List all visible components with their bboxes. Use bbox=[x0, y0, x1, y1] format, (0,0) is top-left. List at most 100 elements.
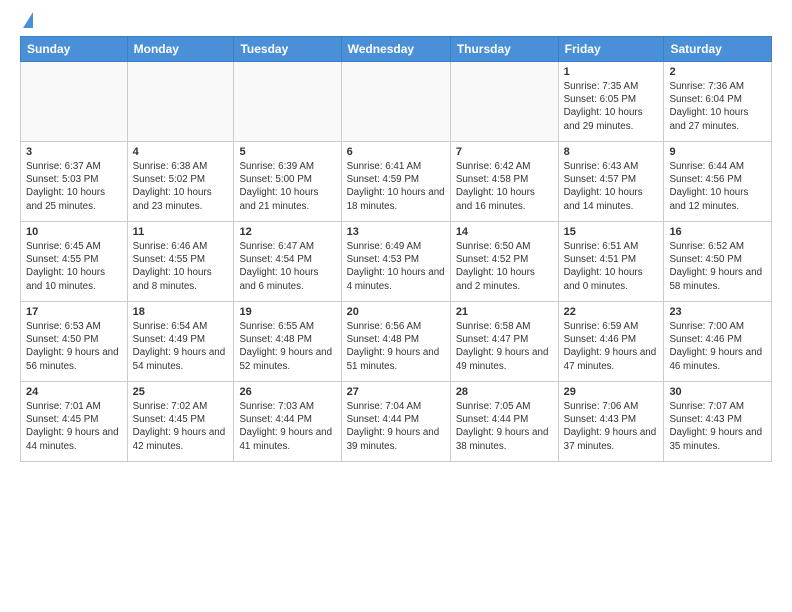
calendar-cell bbox=[127, 62, 234, 142]
calendar-cell: 8 Sunrise: 6:43 AM Sunset: 4:57 PM Daylig… bbox=[558, 142, 664, 222]
day-number: 22 bbox=[564, 306, 659, 318]
day-number: 27 bbox=[347, 386, 445, 398]
day-header-wednesday: Wednesday bbox=[341, 37, 450, 62]
day-info: Sunrise: 6:42 AM Sunset: 4:58 PM Dayligh… bbox=[456, 160, 553, 213]
calendar-cell: 16Sunrise: 6:52 AM Sunset: 4:50 PM Dayli… bbox=[664, 222, 772, 302]
day-number: 14 bbox=[456, 226, 553, 238]
day-info: Sunrise: 6:41 AM Sunset: 4:59 PM Dayligh… bbox=[347, 160, 445, 213]
calendar-cell: 19 Sunrise: 6:55 AM Sunset: 4:48 PM Dayli… bbox=[234, 302, 341, 382]
day-header-monday: Monday bbox=[127, 37, 234, 62]
calendar-cell: 2 Sunrise: 7:36 AM Sunset: 6:04 PM Daylig… bbox=[664, 62, 772, 142]
calendar-cell: 26Sunrise: 7:03 AM Sunset: 4:44 PM Dayli… bbox=[234, 382, 341, 462]
day-info: Sunrise: 7:07 AM Sunset: 4:43 PM Dayligh… bbox=[669, 400, 766, 453]
calendar-header: SundayMondayTuesdayWednesdayThursdayFrid… bbox=[21, 37, 772, 62]
day-header-friday: Friday bbox=[558, 37, 664, 62]
day-header-sunday: Sunday bbox=[21, 37, 128, 62]
day-info: Sunrise: 7:00 AM Sunset: 4:46 PM Dayligh… bbox=[669, 320, 766, 373]
week-row-3: 10Sunrise: 6:45 AM Sunset: 4:55 PM Dayli… bbox=[21, 222, 772, 302]
day-info: Sunrise: 6:50 AM Sunset: 4:52 PM Dayligh… bbox=[456, 240, 553, 293]
calendar-cell: 25 Sunrise: 7:02 AM Sunset: 4:45 PM Dayli… bbox=[127, 382, 234, 462]
logo-triangle-icon bbox=[23, 12, 33, 28]
day-info: Sunrise: 6:56 AM Sunset: 4:48 PM Dayligh… bbox=[347, 320, 445, 373]
day-number: 8 bbox=[564, 146, 659, 158]
day-number: 9 bbox=[669, 146, 766, 158]
day-info: Sunrise: 6:43 AM Sunset: 4:57 PM Dayligh… bbox=[564, 160, 659, 213]
week-row-2: 3 Sunrise: 6:37 AM Sunset: 5:03 PM Daylig… bbox=[21, 142, 772, 222]
calendar-cell: 17 Sunrise: 6:53 AM Sunset: 4:50 PM Dayli… bbox=[21, 302, 128, 382]
calendar-cell: 20 Sunrise: 6:56 AM Sunset: 4:48 PM Dayli… bbox=[341, 302, 450, 382]
day-number: 12 bbox=[239, 226, 335, 238]
day-info: Sunrise: 7:02 AM Sunset: 4:45 PM Dayligh… bbox=[133, 400, 229, 453]
day-info: Sunrise: 6:58 AM Sunset: 4:47 PM Dayligh… bbox=[456, 320, 553, 373]
day-number: 15 bbox=[564, 226, 659, 238]
day-number: 5 bbox=[239, 146, 335, 158]
calendar-cell: 12 Sunrise: 6:47 AM Sunset: 4:54 PM Dayli… bbox=[234, 222, 341, 302]
day-number: 26 bbox=[239, 386, 335, 398]
calendar-cell: 13Sunrise: 6:49 AM Sunset: 4:53 PM Dayli… bbox=[341, 222, 450, 302]
calendar-cell: 27 Sunrise: 7:04 AM Sunset: 4:44 PM Dayli… bbox=[341, 382, 450, 462]
day-header-thursday: Thursday bbox=[450, 37, 558, 62]
day-info: Sunrise: 6:46 AM Sunset: 4:55 PM Dayligh… bbox=[133, 240, 229, 293]
calendar-cell: 29 Sunrise: 7:06 AM Sunset: 4:43 PM Dayli… bbox=[558, 382, 664, 462]
calendar-cell: 15 Sunrise: 6:51 AM Sunset: 4:51 PM Dayli… bbox=[558, 222, 664, 302]
header bbox=[20, 16, 772, 28]
day-number: 20 bbox=[347, 306, 445, 318]
calendar-body: 1Sunrise: 7:35 AM Sunset: 6:05 PM Daylig… bbox=[21, 62, 772, 462]
calendar-cell: 5 Sunrise: 6:39 AM Sunset: 5:00 PM Daylig… bbox=[234, 142, 341, 222]
day-info: Sunrise: 6:39 AM Sunset: 5:00 PM Dayligh… bbox=[239, 160, 335, 213]
calendar-cell: 22 Sunrise: 6:59 AM Sunset: 4:46 PM Dayli… bbox=[558, 302, 664, 382]
page: SundayMondayTuesdayWednesdayThursdayFrid… bbox=[0, 0, 792, 472]
day-number: 24 bbox=[26, 386, 122, 398]
day-number: 18 bbox=[133, 306, 229, 318]
day-number: 6 bbox=[347, 146, 445, 158]
header-row: SundayMondayTuesdayWednesdayThursdayFrid… bbox=[21, 37, 772, 62]
day-number: 23 bbox=[669, 306, 766, 318]
calendar-cell: 10Sunrise: 6:45 AM Sunset: 4:55 PM Dayli… bbox=[21, 222, 128, 302]
calendar-cell bbox=[234, 62, 341, 142]
calendar-cell: 9 Sunrise: 6:44 AM Sunset: 4:56 PM Daylig… bbox=[664, 142, 772, 222]
calendar-cell: 11Sunrise: 6:46 AM Sunset: 4:55 PM Dayli… bbox=[127, 222, 234, 302]
day-info: Sunrise: 7:35 AM Sunset: 6:05 PM Dayligh… bbox=[564, 80, 659, 133]
day-number: 3 bbox=[26, 146, 122, 158]
day-info: Sunrise: 6:47 AM Sunset: 4:54 PM Dayligh… bbox=[239, 240, 335, 293]
day-info: Sunrise: 6:59 AM Sunset: 4:46 PM Dayligh… bbox=[564, 320, 659, 373]
day-info: Sunrise: 7:06 AM Sunset: 4:43 PM Dayligh… bbox=[564, 400, 659, 453]
day-info: Sunrise: 6:49 AM Sunset: 4:53 PM Dayligh… bbox=[347, 240, 445, 293]
day-number: 29 bbox=[564, 386, 659, 398]
day-info: Sunrise: 7:04 AM Sunset: 4:44 PM Dayligh… bbox=[347, 400, 445, 453]
calendar-cell: 6 Sunrise: 6:41 AM Sunset: 4:59 PM Daylig… bbox=[341, 142, 450, 222]
calendar-cell bbox=[21, 62, 128, 142]
week-row-1: 1Sunrise: 7:35 AM Sunset: 6:05 PM Daylig… bbox=[21, 62, 772, 142]
calendar-cell: 28Sunrise: 7:05 AM Sunset: 4:44 PM Dayli… bbox=[450, 382, 558, 462]
day-info: Sunrise: 7:01 AM Sunset: 4:45 PM Dayligh… bbox=[26, 400, 122, 453]
day-info: Sunrise: 6:44 AM Sunset: 4:56 PM Dayligh… bbox=[669, 160, 766, 213]
calendar-cell: 3 Sunrise: 6:37 AM Sunset: 5:03 PM Daylig… bbox=[21, 142, 128, 222]
calendar-cell: 7 Sunrise: 6:42 AM Sunset: 4:58 PM Daylig… bbox=[450, 142, 558, 222]
day-number: 25 bbox=[133, 386, 229, 398]
calendar-cell: 4Sunrise: 6:38 AM Sunset: 5:02 PM Daylig… bbox=[127, 142, 234, 222]
logo bbox=[20, 16, 33, 28]
day-info: Sunrise: 6:38 AM Sunset: 5:02 PM Dayligh… bbox=[133, 160, 229, 213]
calendar-cell: 1Sunrise: 7:35 AM Sunset: 6:05 PM Daylig… bbox=[558, 62, 664, 142]
day-info: Sunrise: 6:53 AM Sunset: 4:50 PM Dayligh… bbox=[26, 320, 122, 373]
calendar-cell: 21 Sunrise: 6:58 AM Sunset: 4:47 PM Dayli… bbox=[450, 302, 558, 382]
day-info: Sunrise: 6:52 AM Sunset: 4:50 PM Dayligh… bbox=[669, 240, 766, 293]
day-number: 2 bbox=[669, 66, 766, 78]
week-row-4: 17 Sunrise: 6:53 AM Sunset: 4:50 PM Dayli… bbox=[21, 302, 772, 382]
calendar-cell bbox=[450, 62, 558, 142]
day-number: 17 bbox=[26, 306, 122, 318]
calendar-cell: 24 Sunrise: 7:01 AM Sunset: 4:45 PM Dayli… bbox=[21, 382, 128, 462]
day-info: Sunrise: 6:37 AM Sunset: 5:03 PM Dayligh… bbox=[26, 160, 122, 213]
week-row-5: 24 Sunrise: 7:01 AM Sunset: 4:45 PM Dayli… bbox=[21, 382, 772, 462]
day-header-saturday: Saturday bbox=[664, 37, 772, 62]
day-info: Sunrise: 6:51 AM Sunset: 4:51 PM Dayligh… bbox=[564, 240, 659, 293]
calendar-cell: 30 Sunrise: 7:07 AM Sunset: 4:43 PM Dayli… bbox=[664, 382, 772, 462]
day-info: Sunrise: 6:55 AM Sunset: 4:48 PM Dayligh… bbox=[239, 320, 335, 373]
calendar-cell: 18Sunrise: 6:54 AM Sunset: 4:49 PM Dayli… bbox=[127, 302, 234, 382]
day-number: 7 bbox=[456, 146, 553, 158]
day-number: 21 bbox=[456, 306, 553, 318]
day-info: Sunrise: 7:05 AM Sunset: 4:44 PM Dayligh… bbox=[456, 400, 553, 453]
day-number: 19 bbox=[239, 306, 335, 318]
day-info: Sunrise: 7:36 AM Sunset: 6:04 PM Dayligh… bbox=[669, 80, 766, 133]
day-number: 30 bbox=[669, 386, 766, 398]
